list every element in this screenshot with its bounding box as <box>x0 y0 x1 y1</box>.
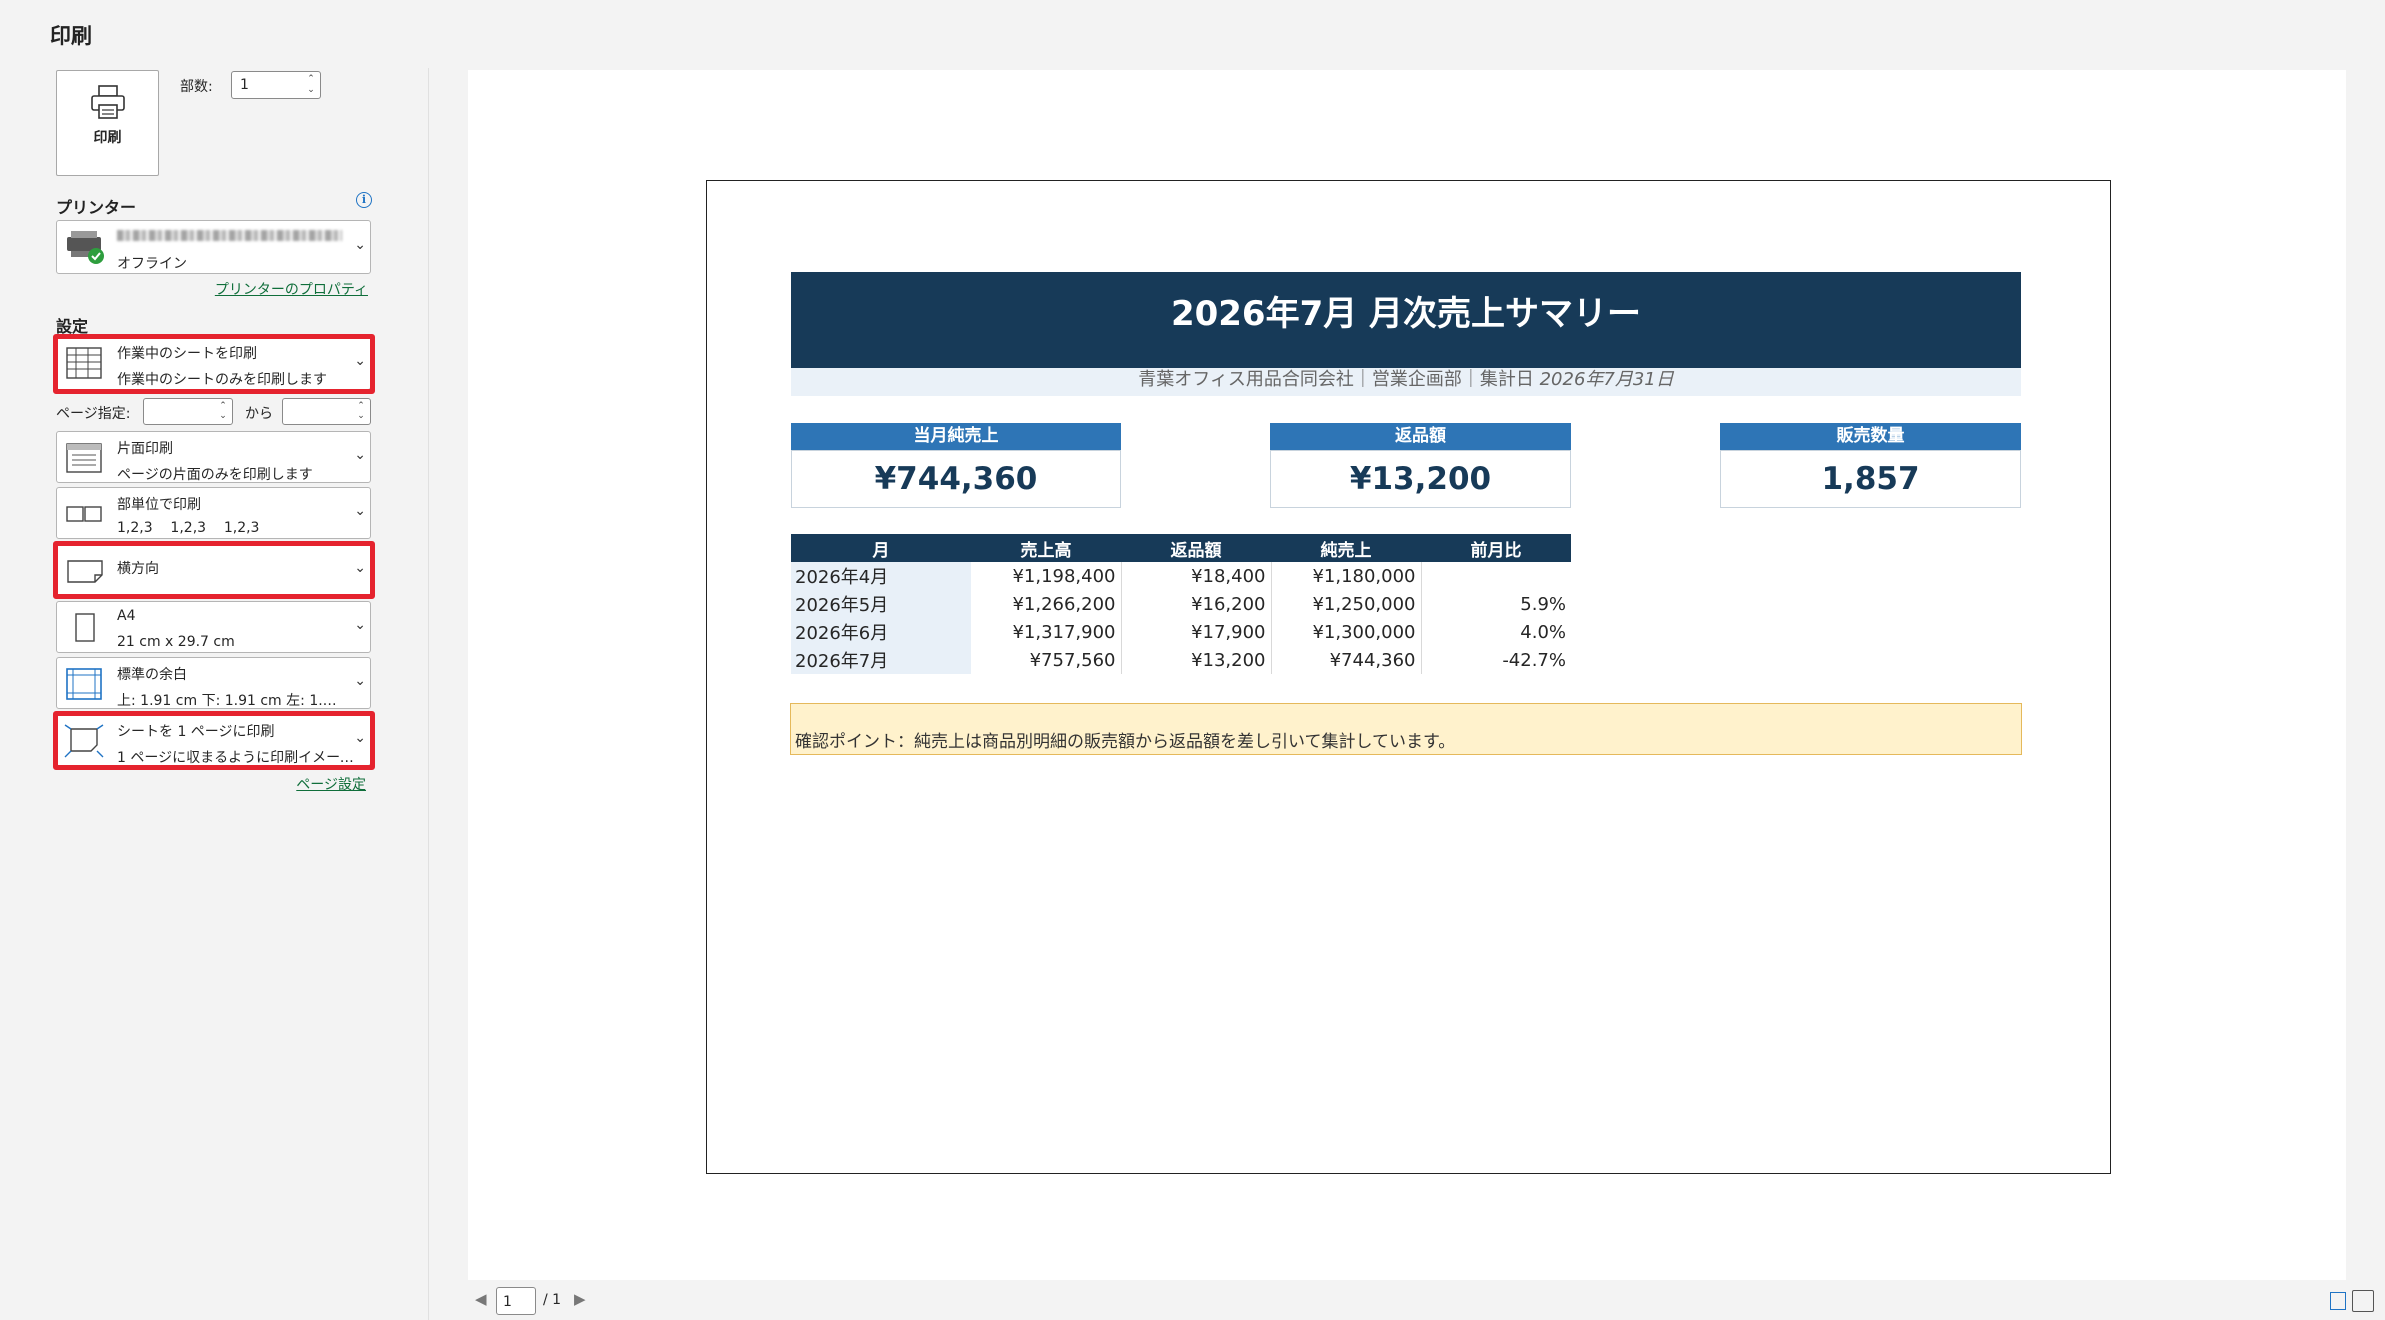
spin-up-icon[interactable]: ⌃ <box>306 75 316 84</box>
chevron-down-icon: ⌄ <box>354 617 366 633</box>
spin-up-icon[interactable]: ⌃ <box>356 402 366 411</box>
sides-desc: ページの片面のみを印刷します <box>117 467 313 483</box>
next-page-icon[interactable]: ▶ <box>574 1290 586 1308</box>
copies-label: 部数: <box>180 79 213 95</box>
table-cell: 2026年6月 <box>791 618 971 646</box>
collation-title: 部単位で印刷 <box>117 497 201 513</box>
kpi-label: 販売数量 <box>1720 423 2021 450</box>
table-cell: ¥17,900 <box>1121 618 1272 646</box>
table-cell: ¥18,400 <box>1121 562 1272 590</box>
table-row: 2026年5月 ¥1,266,200 ¥16,200 ¥1,250,000 5.… <box>791 590 1571 618</box>
spin-down-icon[interactable]: ⌄ <box>356 412 366 421</box>
table-cell: ¥13,200 <box>1121 646 1272 674</box>
page-range-label: ページ指定: <box>56 406 131 422</box>
chevron-down-icon: ⌄ <box>354 503 366 519</box>
zoom-to-page-icon[interactable] <box>2352 1290 2374 1312</box>
page-to-input[interactable]: ⌃ ⌄ <box>282 398 371 425</box>
paper-size-dropdown[interactable]: A4 21 cm x 29.7 cm ⌄ <box>56 601 371 653</box>
one-sided-icon <box>66 443 102 473</box>
report-subtitle-main: 青葉オフィス用品合同会社｜営業企画部｜集計日 <box>1138 369 1540 390</box>
page-total: / 1 <box>543 1292 562 1308</box>
table-row: 2026年6月 ¥1,317,900 ¥17,900 ¥1,300,000 4.… <box>791 618 1571 646</box>
margins-title: 標準の余白 <box>117 667 187 683</box>
highlight-box <box>53 541 375 599</box>
printer-status: オフライン <box>117 256 187 272</box>
paper-size-desc: 21 cm x 29.7 cm <box>117 634 235 650</box>
printer-icon <box>91 85 125 119</box>
highlight-box <box>53 334 375 394</box>
kpi-value: ¥13,200 <box>1270 450 1571 508</box>
chevron-down-icon: ⌄ <box>354 447 366 463</box>
table-cell: ¥757,560 <box>971 646 1122 674</box>
report-subtitle-date: 2026年7月31日 <box>1539 369 1674 390</box>
spin-down-icon[interactable]: ⌄ <box>218 412 228 421</box>
column-header: 前月比 <box>1421 534 1571 562</box>
page-range-to-label: から <box>245 406 273 422</box>
chevron-down-icon: ⌄ <box>354 673 366 689</box>
spin-down-icon[interactable]: ⌄ <box>306 86 316 95</box>
spin-up-icon[interactable]: ⌃ <box>218 402 228 411</box>
printer-section-label: プリンター <box>56 198 137 217</box>
sides-title: 片面印刷 <box>117 441 173 457</box>
table-cell: ¥1,300,000 <box>1271 618 1422 646</box>
table-cell: ¥16,200 <box>1121 590 1272 618</box>
sales-table: 月 売上高 返品額 純売上 前月比 2026年4月 ¥1,198,400 ¥18… <box>791 534 1571 674</box>
table-cell: ¥744,360 <box>1271 646 1422 674</box>
page-title: 印刷 <box>50 24 92 48</box>
show-margins-icon[interactable] <box>2330 1292 2346 1310</box>
table-cell <box>1421 562 1571 590</box>
paper-size-title: A4 <box>117 608 136 624</box>
margins-dropdown[interactable]: 標準の余白 上: 1.91 cm 下: 1.91 cm 左: 1.… ⌄ <box>56 657 371 709</box>
table-cell: 2026年7月 <box>791 646 971 674</box>
collation-desc: 1,2,3 1,2,3 1,2,3 <box>117 520 260 536</box>
report-subtitle: 青葉オフィス用品合同会社｜営業企画部｜集計日 2026年7月31日 <box>791 368 2021 396</box>
column-header: 返品額 <box>1121 534 1271 562</box>
printer-dropdown[interactable]: オフライン ⌄ <box>56 220 371 274</box>
table-cell: ¥1,250,000 <box>1271 590 1422 618</box>
chevron-down-icon: ⌄ <box>354 237 366 253</box>
page-number-input[interactable]: 1 <box>496 1287 536 1315</box>
margins-desc: 上: 1.91 cm 下: 1.91 cm 左: 1.… <box>117 693 337 709</box>
column-header: 月 <box>791 534 971 562</box>
table-cell: 2026年4月 <box>791 562 971 590</box>
highlight-box <box>53 711 375 770</box>
table-cell: 2026年5月 <box>791 590 971 618</box>
kpi-label: 当月純売上 <box>791 423 1121 450</box>
print-button-label: 印刷 <box>93 130 122 146</box>
divider <box>428 68 429 1320</box>
table-cell: 4.0% <box>1520 621 1566 643</box>
printer-properties-link[interactable]: プリンターのプロパティ <box>215 279 368 299</box>
table-cell: ¥1,180,000 <box>1271 562 1422 590</box>
copies-input[interactable]: 1 ⌃ ⌄ <box>231 71 321 99</box>
table-row: 2026年4月 ¥1,198,400 ¥18,400 ¥1,180,000 <box>791 562 1571 590</box>
collate-icon <box>66 506 102 522</box>
table-cell: -42.7% <box>1502 649 1566 671</box>
collation-dropdown[interactable]: 部単位で印刷 1,2,3 1,2,3 1,2,3 ⌄ <box>56 487 371 539</box>
table-header-row: 月 売上高 返品額 純売上 前月比 <box>791 534 1571 562</box>
page-setup-link[interactable]: ページ設定 <box>296 774 366 794</box>
printer-device-icon <box>67 231 104 264</box>
column-header: 売上高 <box>971 534 1121 562</box>
copies-value: 1 <box>240 77 249 93</box>
kpi-value: ¥744,360 <box>791 450 1121 508</box>
print-button[interactable]: 印刷 <box>56 70 159 176</box>
table-row: 2026年7月 ¥757,560 ¥13,200 ¥744,360 -42.7% <box>791 646 1571 674</box>
margins-icon <box>66 668 102 700</box>
table-cell: ¥1,317,900 <box>971 618 1122 646</box>
previous-page-icon[interactable]: ◀ <box>475 1290 487 1308</box>
column-header: 純売上 <box>1271 534 1421 562</box>
info-icon[interactable]: i <box>356 192 372 208</box>
table-cell: ¥1,266,200 <box>971 590 1122 618</box>
sides-dropdown[interactable]: 片面印刷 ページの片面のみを印刷します ⌄ <box>56 431 371 483</box>
kpi-value: 1,857 <box>1720 450 2021 508</box>
page-from-input[interactable]: ⌃ ⌄ <box>143 398 233 425</box>
printer-name-redacted <box>117 230 342 241</box>
report-banner-title: 2026年7月 月次売上サマリー <box>791 272 2021 368</box>
table-cell: ¥1,198,400 <box>971 562 1122 590</box>
portrait-page-icon <box>75 613 95 642</box>
table-cell: 5.9% <box>1520 593 1566 615</box>
check-point-note: 確認ポイント：純売上は商品別明細の販売額から返品額を差し引いて集計しています。 <box>790 703 2022 755</box>
kpi-label: 返品額 <box>1270 423 1571 450</box>
